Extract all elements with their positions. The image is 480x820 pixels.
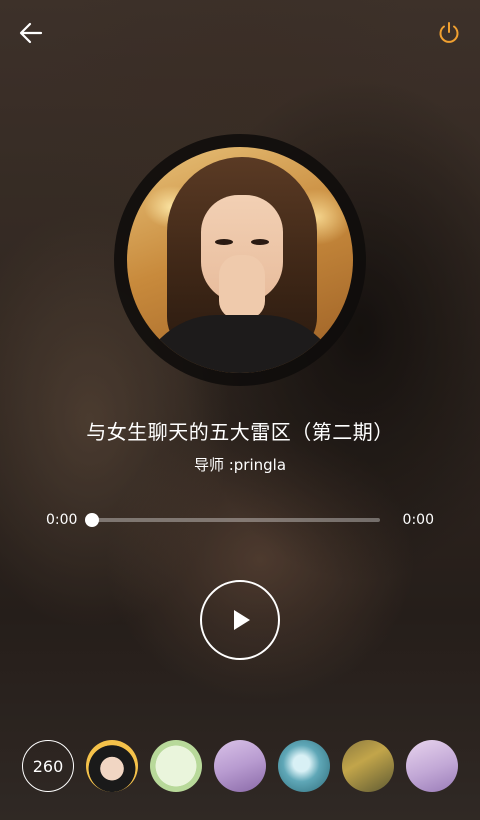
progress-thumb[interactable] <box>85 513 99 527</box>
power-icon <box>439 22 459 43</box>
listener-avatar[interactable] <box>86 740 138 792</box>
play-icon <box>234 610 250 630</box>
top-bar <box>0 0 480 64</box>
listener-avatar[interactable] <box>150 740 202 792</box>
total-time: 0:00 <box>402 512 434 528</box>
power-button[interactable] <box>432 16 466 50</box>
listener-avatar[interactable] <box>278 740 330 792</box>
arrow-left-icon <box>19 22 43 44</box>
listener-avatar[interactable] <box>342 740 394 792</box>
play-button[interactable] <box>200 580 280 660</box>
listener-avatar[interactable] <box>214 740 266 792</box>
listener-count-badge[interactable]: 260 <box>22 740 74 792</box>
track-title: 与女生聊天的五大雷区（第二期） <box>86 420 394 444</box>
listener-avatar[interactable] <box>406 740 458 792</box>
track-subtitle: 导师 :pringla <box>193 456 287 474</box>
current-time: 0:00 <box>46 512 78 528</box>
listener-strip: 260 <box>0 738 480 796</box>
blurred-background <box>0 0 480 820</box>
back-button[interactable] <box>14 16 48 50</box>
album-cover-frame <box>114 134 366 386</box>
album-cover-image <box>127 147 353 373</box>
progress-bar[interactable] <box>85 513 380 527</box>
